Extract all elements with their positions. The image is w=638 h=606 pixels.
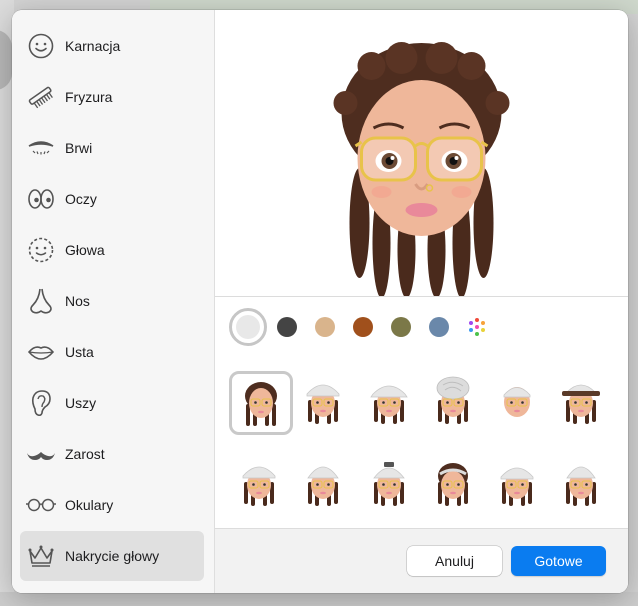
- headwear-option-cap[interactable]: [293, 371, 353, 431]
- sidebar-item-nose[interactable]: Nos: [20, 276, 204, 326]
- color-swatch-blue[interactable]: [429, 317, 449, 337]
- sidebar-item-label: Karnacja: [65, 38, 121, 54]
- headwear-option-bucket-hat[interactable]: [551, 453, 611, 513]
- sidebar-item-eyes[interactable]: Oczy: [20, 174, 204, 224]
- color-swatch-tan[interactable]: [315, 317, 335, 337]
- eyebrow-icon: [26, 133, 56, 163]
- sidebar-item-label: Nakrycie głowy: [65, 548, 160, 564]
- cancel-button[interactable]: Anuluj: [407, 546, 502, 576]
- glasses-icon: [26, 490, 56, 520]
- sidebar-item-label: Fryzura: [65, 89, 113, 105]
- head-shape-icon: [26, 235, 56, 265]
- sidebar-item-skin[interactable]: Karnacja: [20, 21, 204, 71]
- headwear-option-turban[interactable]: [423, 371, 483, 431]
- memoji-preview-face: [333, 42, 510, 298]
- sidebar-item-label: Nos: [65, 293, 90, 309]
- sidebar-item-ears[interactable]: Uszy: [20, 378, 204, 428]
- sidebar-item-label: Usta: [65, 344, 94, 360]
- color-swatch-row: [215, 297, 628, 352]
- headwear-option-cap-forward[interactable]: [359, 371, 419, 431]
- color-swatch-light-gray[interactable]: [229, 308, 267, 346]
- color-swatch-dark-gray[interactable]: [277, 317, 297, 337]
- eyes-icon: [26, 184, 56, 214]
- nose-icon: [26, 286, 56, 316]
- headwear-option-skullcap[interactable]: [487, 371, 547, 431]
- sidebar-item-head[interactable]: Głowa: [20, 225, 204, 275]
- sidebar-item-label: Głowa: [65, 242, 105, 258]
- sidebar-item-label: Uszy: [65, 395, 97, 411]
- background-bottom: [0, 592, 638, 606]
- headwear-option-cap-3[interactable]: [487, 453, 547, 513]
- ear-icon: [26, 388, 56, 418]
- memoji-preview: [215, 10, 628, 298]
- color-swatch-olive[interactable]: [391, 317, 411, 337]
- sidebar-item-mouth[interactable]: Usta: [20, 327, 204, 377]
- sidebar-item-label: Oczy: [65, 191, 97, 207]
- sidebar-item-label: Brwi: [65, 140, 93, 156]
- sidebar-item-glasses[interactable]: Okulary: [20, 480, 204, 530]
- headwear-option-headband[interactable]: [423, 453, 483, 513]
- comb-icon: [26, 82, 56, 112]
- headwear-option-cap-2[interactable]: [229, 453, 289, 513]
- sidebar-item-label: Zarost: [65, 446, 105, 462]
- lips-icon: [26, 337, 56, 367]
- sidebar-item-facial-hair[interactable]: Zarost: [20, 429, 204, 479]
- sidebar-item-label: Okulary: [65, 497, 114, 513]
- headwear-options-grid: [215, 353, 628, 528]
- color-swatch-brown[interactable]: [353, 317, 373, 337]
- headwear-option-beanie[interactable]: [293, 453, 353, 513]
- headwear-option-bonnet[interactable]: [359, 453, 419, 513]
- headwear-option-brimmed-hat[interactable]: [551, 371, 611, 431]
- crown-icon: [26, 541, 56, 571]
- sidebar-item-headwear[interactable]: Nakrycie głowy: [20, 531, 204, 581]
- dialog-footer: Anuluj Gotowe: [215, 528, 628, 593]
- headwear-option-none[interactable]: [229, 371, 293, 435]
- sidebar-item-eyebrows[interactable]: Brwi: [20, 123, 204, 173]
- mustache-icon: [26, 439, 56, 469]
- face-smile-icon: [26, 31, 56, 61]
- memoji-editor-sheet: Karnacja Fryzura Brwi Oczy Głowa Nos Ust…: [12, 10, 628, 593]
- category-sidebar: Karnacja Fryzura Brwi Oczy Głowa Nos Ust…: [12, 10, 215, 593]
- color-picker-multicolor-icon[interactable]: [467, 317, 487, 337]
- sidebar-item-hairstyle[interactable]: Fryzura: [20, 72, 204, 122]
- done-button[interactable]: Gotowe: [511, 546, 606, 576]
